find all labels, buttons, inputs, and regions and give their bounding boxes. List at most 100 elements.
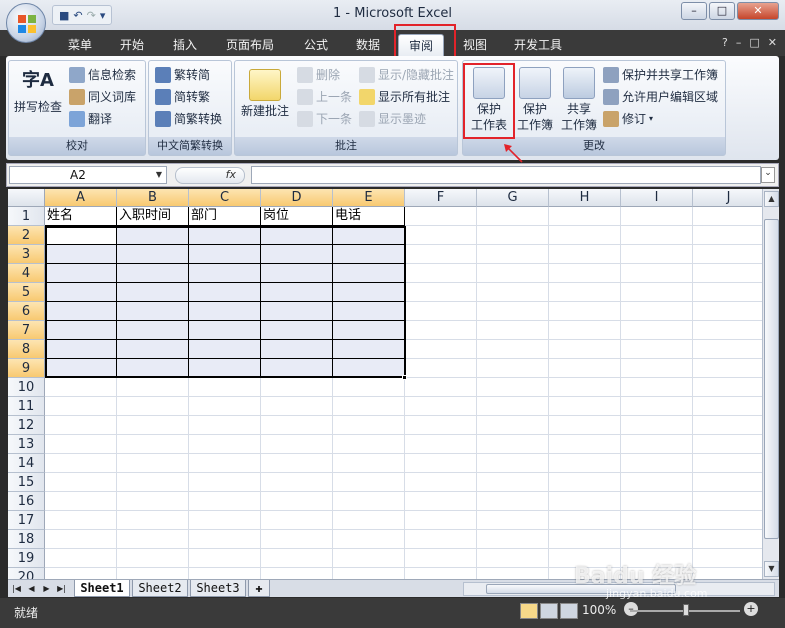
cell-H10[interactable]: [549, 378, 621, 397]
cell-I7[interactable]: [621, 321, 693, 340]
cell-H15[interactable]: [549, 473, 621, 492]
zoom-slider-knob[interactable]: [683, 604, 689, 616]
new-comment-button[interactable]: 新建批注: [237, 69, 293, 119]
maximize-button[interactable]: □: [709, 2, 735, 20]
cell-I17[interactable]: [621, 511, 693, 530]
to-traditional-button[interactable]: 简转繁: [155, 87, 210, 107]
tab-formulas[interactable]: 公式: [296, 34, 336, 56]
column-header-D[interactable]: D: [261, 189, 333, 207]
cell-D7[interactable]: [261, 321, 333, 340]
cell-F1[interactable]: [405, 207, 477, 226]
next-sheet-icon[interactable]: ▶: [40, 582, 53, 595]
cell-A10[interactable]: [45, 378, 117, 397]
cell-H8[interactable]: [549, 340, 621, 359]
row-header-10[interactable]: 10: [8, 378, 45, 397]
row-header-19[interactable]: 19: [8, 549, 45, 568]
cell-I18[interactable]: [621, 530, 693, 549]
cell-D15[interactable]: [261, 473, 333, 492]
cell-C6[interactable]: [189, 302, 261, 321]
row-header-7[interactable]: 7: [8, 321, 45, 340]
row-header-13[interactable]: 13: [8, 435, 45, 454]
cell-G17[interactable]: [477, 511, 549, 530]
cell-B4[interactable]: [117, 264, 189, 283]
expand-formula-bar-icon[interactable]: ⌄: [761, 167, 775, 183]
cell-I15[interactable]: [621, 473, 693, 492]
cell-C9[interactable]: [189, 359, 261, 378]
cell-H16[interactable]: [549, 492, 621, 511]
row-header-11[interactable]: 11: [8, 397, 45, 416]
row-header-4[interactable]: 4: [8, 264, 45, 283]
cell-D4[interactable]: [261, 264, 333, 283]
row-header-17[interactable]: 17: [8, 511, 45, 530]
cell-F11[interactable]: [405, 397, 477, 416]
ribbon-restore-icon[interactable]: □: [749, 36, 759, 49]
row-header-3[interactable]: 3: [8, 245, 45, 264]
zoom-level[interactable]: 100%: [582, 603, 616, 617]
cell-B5[interactable]: [117, 283, 189, 302]
column-header-A[interactable]: A: [45, 189, 117, 207]
fill-handle[interactable]: [402, 375, 407, 380]
ribbon-close-icon[interactable]: ✕: [768, 36, 777, 49]
scroll-down-icon[interactable]: ▼: [764, 561, 779, 577]
cell-G5[interactable]: [477, 283, 549, 302]
cell-D11[interactable]: [261, 397, 333, 416]
cell-B11[interactable]: [117, 397, 189, 416]
cell-B18[interactable]: [117, 530, 189, 549]
convert-button[interactable]: 简繁转换: [155, 109, 222, 129]
cell-H7[interactable]: [549, 321, 621, 340]
cell-C11[interactable]: [189, 397, 261, 416]
page-layout-view-button[interactable]: [540, 603, 558, 619]
cell-J17[interactable]: [693, 511, 762, 530]
cell-A17[interactable]: [45, 511, 117, 530]
tab-developer[interactable]: 开发工具: [508, 34, 568, 56]
cell-A6[interactable]: [45, 302, 117, 321]
cell-C18[interactable]: [189, 530, 261, 549]
cell-D8[interactable]: [261, 340, 333, 359]
name-box-dropdown-icon[interactable]: ▼: [156, 167, 162, 183]
cell-B8[interactable]: [117, 340, 189, 359]
vertical-scrollbar[interactable]: ▲ ▼: [762, 189, 779, 579]
cell-H1[interactable]: [549, 207, 621, 226]
cell-A20[interactable]: [45, 568, 117, 579]
cell-J6[interactable]: [693, 302, 762, 321]
cell-B17[interactable]: [117, 511, 189, 530]
cell-C4[interactable]: [189, 264, 261, 283]
column-header-G[interactable]: G: [477, 189, 549, 207]
cell-I10[interactable]: [621, 378, 693, 397]
cell-G2[interactable]: [477, 226, 549, 245]
insert-function-button[interactable]: fx: [175, 167, 245, 184]
name-box[interactable]: A2 ▼: [9, 166, 167, 184]
tab-view[interactable]: 视图: [455, 34, 495, 56]
row-header-14[interactable]: 14: [8, 454, 45, 473]
cell-F4[interactable]: [405, 264, 477, 283]
cell-B20[interactable]: [117, 568, 189, 579]
cell-J8[interactable]: [693, 340, 762, 359]
cell-J13[interactable]: [693, 435, 762, 454]
prev-sheet-icon[interactable]: ◀: [25, 582, 38, 595]
row-header-2[interactable]: 2: [8, 226, 45, 245]
cell-D10[interactable]: [261, 378, 333, 397]
cell-J19[interactable]: [693, 549, 762, 568]
row-header-16[interactable]: 16: [8, 492, 45, 511]
zoom-out-icon[interactable]: –: [624, 602, 638, 616]
row-header-9[interactable]: 9: [8, 359, 45, 378]
cell-J7[interactable]: [693, 321, 762, 340]
cell-G6[interactable]: [477, 302, 549, 321]
thesaurus-button[interactable]: 同义词库: [69, 87, 136, 107]
cell-B10[interactable]: [117, 378, 189, 397]
cell-J16[interactable]: [693, 492, 762, 511]
cell-E6[interactable]: [333, 302, 405, 321]
office-button[interactable]: [6, 3, 46, 43]
cell-F13[interactable]: [405, 435, 477, 454]
cell-G12[interactable]: [477, 416, 549, 435]
cell-F3[interactable]: [405, 245, 477, 264]
cell-H14[interactable]: [549, 454, 621, 473]
cell-G20[interactable]: [477, 568, 549, 579]
cell-G1[interactable]: [477, 207, 549, 226]
cell-F18[interactable]: [405, 530, 477, 549]
page-break-view-button[interactable]: [560, 603, 578, 619]
cell-J20[interactable]: [693, 568, 762, 579]
cell-A9[interactable]: [45, 359, 117, 378]
cell-C8[interactable]: [189, 340, 261, 359]
insert-sheet-icon[interactable]: ✚: [248, 580, 270, 597]
